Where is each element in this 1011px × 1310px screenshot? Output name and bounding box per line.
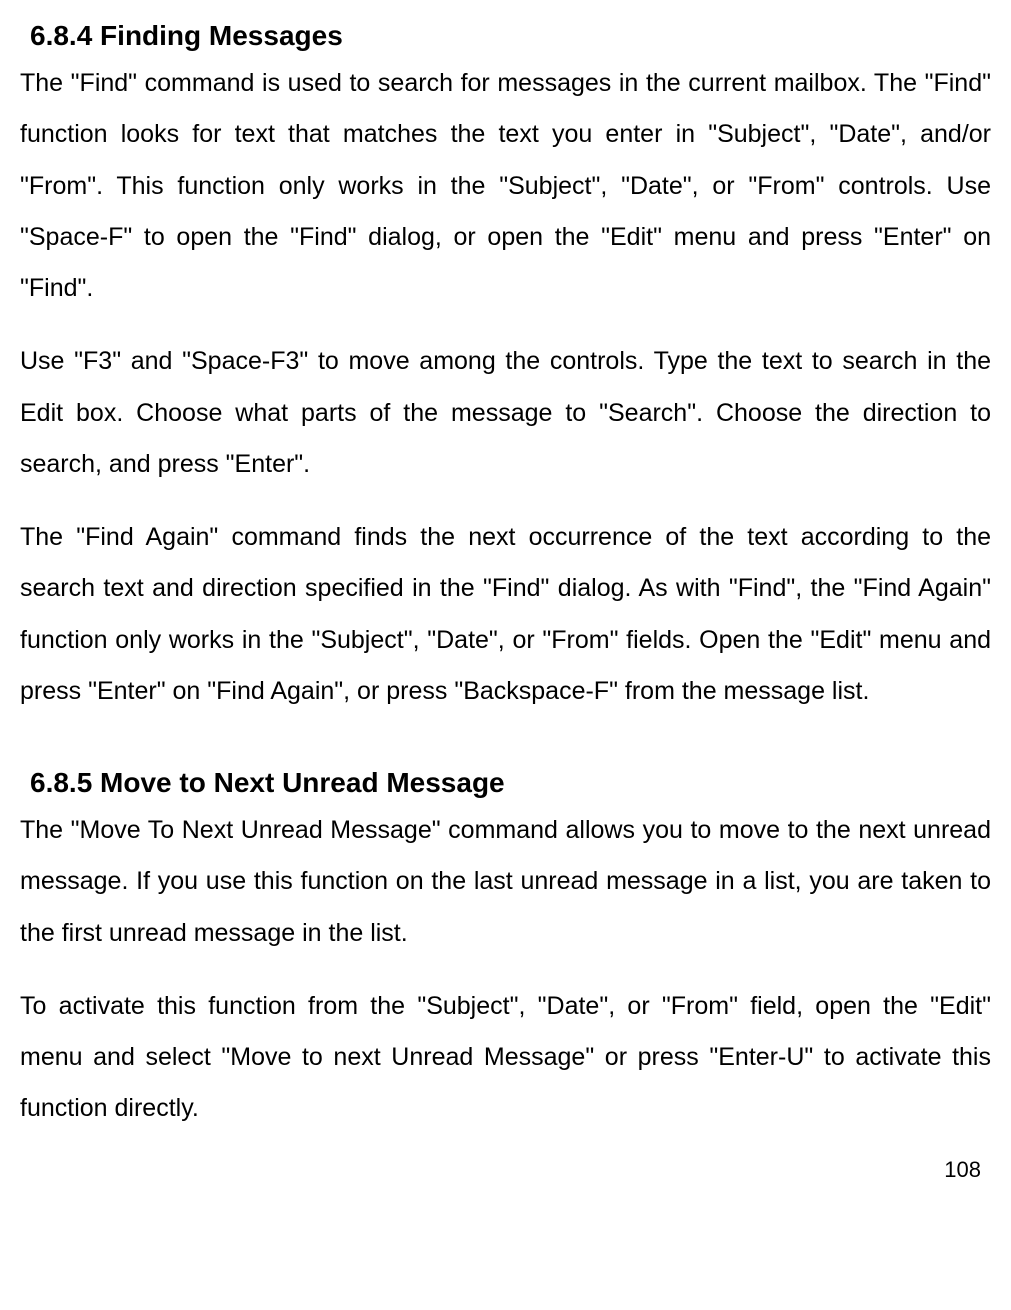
paragraph-text: To activate this function from the "Subj… [20, 981, 991, 1135]
paragraph-text: The "Move To Next Unread Message" comman… [20, 805, 991, 959]
section-heading-finding-messages: 6.8.4 Finding Messages [20, 20, 991, 52]
section-heading-move-next-unread: 6.8.5 Move to Next Unread Message [20, 767, 991, 799]
page-number: 108 [20, 1157, 991, 1183]
document-page: 6.8.4 Finding Messages The "Find" comman… [20, 20, 991, 1183]
paragraph-text: The "Find" command is used to search for… [20, 58, 991, 314]
paragraph-text: Use "F3" and "Space-F3" to move among th… [20, 336, 991, 490]
paragraph-text: The "Find Again" command finds the next … [20, 512, 991, 717]
